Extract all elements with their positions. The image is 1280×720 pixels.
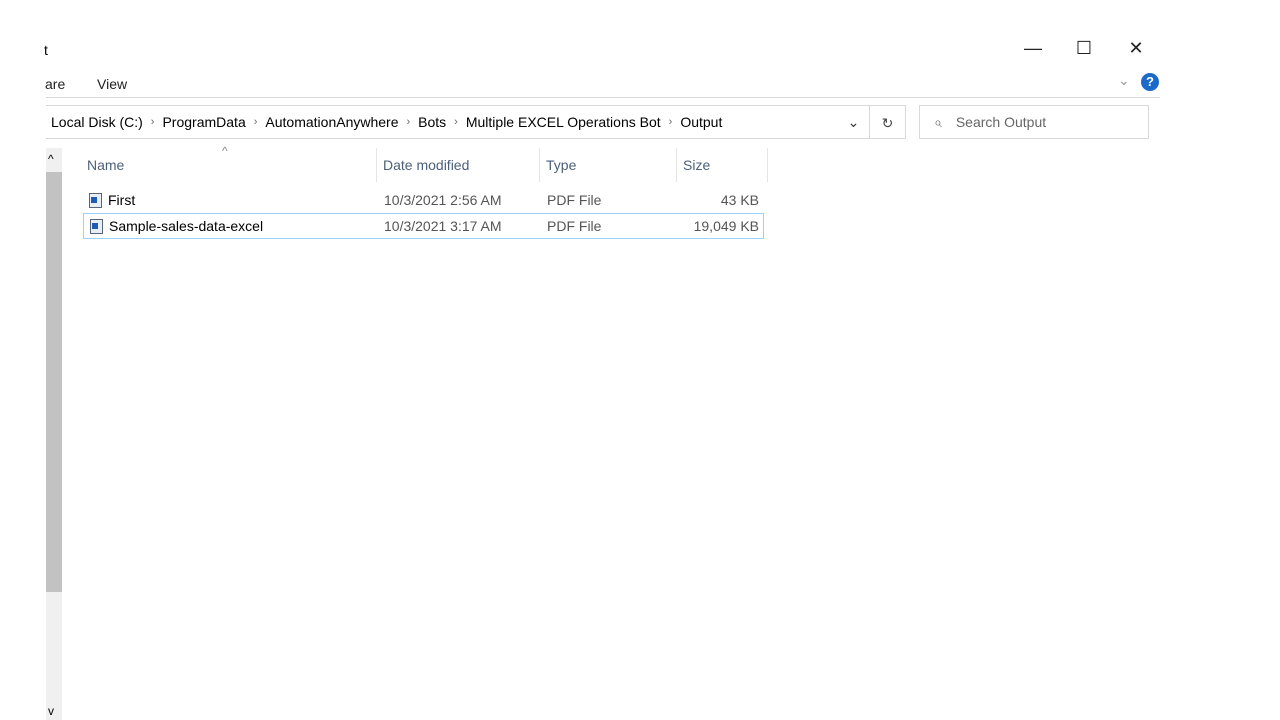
pdf-file-icon	[89, 192, 102, 208]
file-name: First	[108, 192, 136, 208]
tab-share[interactable]: are	[45, 76, 65, 92]
file-row[interactable]: First 10/3/2021 2:56 AM PDF File 43 KB	[83, 188, 764, 212]
chevron-right-icon[interactable]: ›	[669, 116, 673, 128]
search-input[interactable]: Search Output	[956, 114, 1046, 130]
file-date: 10/3/2021 3:17 AM	[384, 218, 502, 234]
file-type: PDF File	[547, 192, 602, 208]
breadcrumb-bot-folder[interactable]: Multiple EXCEL Operations Bot	[466, 114, 661, 130]
scroll-up-icon[interactable]: ^	[48, 152, 54, 166]
help-icon[interactable]: ?	[1141, 73, 1159, 91]
scrollbar-thumb[interactable]	[46, 172, 62, 592]
breadcrumb-output[interactable]: Output	[680, 114, 722, 130]
column-header-size[interactable]: Size	[677, 148, 768, 182]
file-name: Sample-sales-data-excel	[109, 218, 264, 234]
maximize-button[interactable]: ☐	[1064, 38, 1104, 62]
breadcrumb-programdata[interactable]: ProgramData	[162, 114, 245, 130]
breadcrumb-local-disk[interactable]: Local Disk (C:)	[51, 114, 143, 130]
column-header-type[interactable]: Type	[540, 148, 677, 182]
tab-view[interactable]: View	[97, 76, 127, 92]
minimize-button[interactable]: —	[1013, 38, 1053, 62]
column-header-date[interactable]: Date modified	[377, 148, 540, 182]
address-history-dropdown[interactable]: ⌄	[838, 105, 870, 139]
column-header-name[interactable]: Name	[81, 148, 377, 182]
window-title: t	[44, 42, 48, 58]
ribbon-expand-icon[interactable]: ⌄	[1118, 72, 1130, 89]
search-icon: ⌕	[934, 113, 942, 130]
file-size: 43 KB	[720, 192, 759, 208]
breadcrumb-bots[interactable]: Bots	[418, 114, 446, 130]
close-button[interactable]: ✕	[1116, 38, 1156, 62]
refresh-button[interactable]: ↻	[870, 105, 906, 139]
breadcrumb-automationanywhere[interactable]: AutomationAnywhere	[265, 114, 398, 130]
chevron-right-icon[interactable]: ›	[151, 116, 155, 128]
pdf-file-icon	[90, 218, 103, 234]
chevron-right-icon[interactable]: ›	[454, 116, 458, 128]
chevron-right-icon[interactable]: ›	[406, 116, 410, 128]
file-type: PDF File	[547, 218, 602, 234]
file-date: 10/3/2021 2:56 AM	[384, 192, 502, 208]
ribbon-divider	[46, 97, 1160, 98]
address-bar[interactable]: Local Disk (C:) › ProgramData › Automation…	[46, 105, 870, 139]
chevron-right-icon[interactable]: ›	[254, 116, 258, 128]
file-row-selected[interactable]: Sample-sales-data-excel 10/3/2021 3:17 A…	[83, 213, 764, 239]
search-box[interactable]: ⌕ Search Output	[919, 105, 1149, 139]
scroll-down-icon[interactable]: v	[48, 704, 54, 718]
file-size: 19,049 KB	[693, 218, 759, 234]
